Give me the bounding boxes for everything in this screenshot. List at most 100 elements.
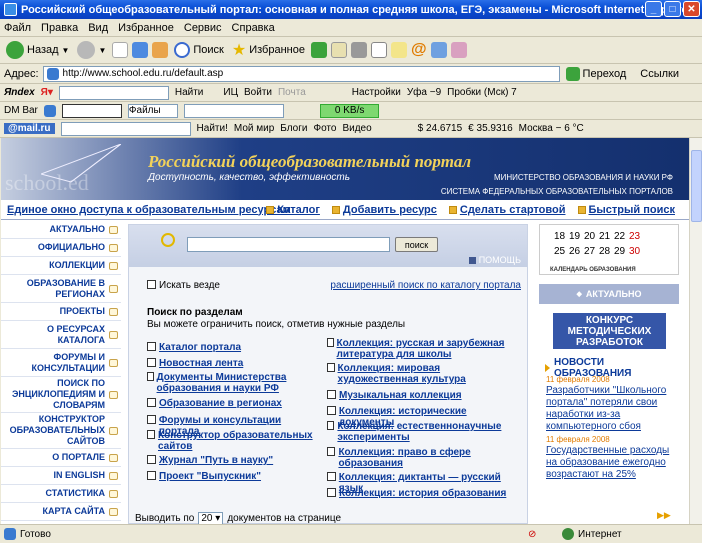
- messenger-icon[interactable]: [430, 42, 447, 58]
- edit-icon[interactable]: [370, 42, 387, 58]
- back-button[interactable]: Назад ▼: [4, 41, 71, 59]
- go-button[interactable]: Переход: [565, 66, 626, 81]
- help-link[interactable]: ПОМОЩЬ: [468, 255, 521, 265]
- education-calendar[interactable]: 18 19 20 21 22 23 25 26 27 28 29 30 КАЛЕНДАРЬ ОБРА…: [539, 224, 679, 275]
- add-resource-link[interactable]: Добавить ресурс: [331, 204, 437, 216]
- menu-help[interactable]: Справка: [232, 22, 275, 34]
- forward-button[interactable]: ▼: [75, 41, 108, 59]
- section-ministry-docs[interactable]: Документы Министерства образования и нау…: [147, 372, 322, 394]
- news-item[interactable]: Разработчики "Школьного портала" потерял…: [546, 385, 676, 433]
- search-button[interactable]: Поиск: [172, 42, 225, 58]
- home-icon[interactable]: [152, 42, 169, 58]
- portal-banner: school.ed Российский общеобразовательный…: [1, 138, 689, 200]
- sidebar-item-constructor[interactable]: КОНСТРУКТОР ОБРАЗОВАТЕЛЬНЫХ САЙТОВ: [1, 413, 121, 449]
- per-page-select[interactable]: 20 ▾: [198, 512, 224, 524]
- menu-tools[interactable]: Сервис: [184, 22, 222, 34]
- portal-search-button[interactable]: поиск: [395, 237, 438, 252]
- news-item[interactable]: Государственные расходы на образование е…: [546, 445, 676, 481]
- portal-search-input[interactable]: [187, 237, 390, 252]
- yandex-traffic[interactable]: Пробки (Мск) 7: [447, 87, 517, 98]
- coin-icon: [109, 390, 118, 399]
- section-regions[interactable]: Образование в регионах: [147, 398, 322, 409]
- section-news[interactable]: Новостная лента: [147, 358, 322, 369]
- sidebar-item-resources[interactable]: О РЕСУРСАХ КАТАЛОГА: [1, 321, 121, 349]
- search-panel: поиск ПОМОЩЬ Искать везде расширенный по…: [128, 224, 528, 524]
- menu-file[interactable]: Файл: [4, 22, 31, 34]
- yandex-search-input[interactable]: [58, 85, 169, 100]
- dm-icon[interactable]: [43, 104, 56, 117]
- mailru-search-input[interactable]: [60, 121, 191, 136]
- close-button[interactable]: ✕: [683, 1, 700, 17]
- sidebar-item-stats[interactable]: СТАТИСТИКА: [1, 485, 121, 503]
- mailru-logo[interactable]: @mail.ru: [4, 123, 55, 134]
- stop-icon[interactable]: [112, 42, 129, 58]
- dm-files-select[interactable]: Файлы: [127, 103, 178, 118]
- contest-banner[interactable]: КОНКУРС МЕТОДИЧЕСКИХ РАЗРАБОТОК: [553, 313, 666, 349]
- checkbox[interactable]: [147, 280, 156, 289]
- section-catalog[interactable]: Каталог портала: [147, 342, 322, 353]
- bullet-icon: [577, 205, 586, 214]
- mailru-blogs-button[interactable]: Блоги: [280, 123, 307, 134]
- mailru-video-button[interactable]: Видео: [342, 123, 371, 134]
- section-art[interactable]: Коллекция: мировая художественная культу…: [327, 363, 522, 385]
- menu-edit[interactable]: Правка: [41, 22, 78, 34]
- menu-view[interactable]: Вид: [88, 22, 108, 34]
- dm-url-field[interactable]: [183, 103, 284, 118]
- section-literature[interactable]: Коллекция: русская и зарубежная литерату…: [327, 338, 522, 360]
- sidebar-item-sitemap[interactable]: КАРТА САЙТА: [1, 503, 121, 521]
- research-icon[interactable]: [450, 42, 467, 58]
- address-input[interactable]: http://www.school.edu.ru/default.asp: [42, 65, 560, 82]
- vertical-scrollbar[interactable]: [689, 138, 702, 524]
- yandex-find-button[interactable]: Найти: [175, 87, 204, 98]
- sidebar-item-about[interactable]: О ПОРТАЛЕ: [1, 449, 121, 467]
- favorites-button[interactable]: ★ Избранное: [230, 40, 307, 60]
- mail-icon[interactable]: [330, 42, 347, 58]
- maximize-button[interactable]: □: [664, 1, 681, 17]
- refresh-icon[interactable]: [132, 42, 149, 58]
- quick-search-link[interactable]: Быстрый поиск: [577, 204, 675, 216]
- scrollbar-thumb[interactable]: [691, 150, 702, 222]
- note-icon[interactable]: [390, 42, 407, 58]
- sidebar-item-regions[interactable]: ОБРАЗОВАНИЕ В РЕГИОНАХ: [1, 275, 121, 303]
- actual-header[interactable]: ◆ АКТУАЛЬНО: [539, 284, 679, 304]
- yandex-login-button[interactable]: Войти: [244, 87, 272, 98]
- yandex-ya-icon[interactable]: Я▾: [41, 87, 53, 98]
- section-law[interactable]: Коллекция: право в сфере образования: [327, 447, 522, 469]
- advanced-search-link[interactable]: расширенный поиск по каталогу портала: [330, 280, 521, 291]
- yandex-mail-button[interactable]: Почта: [278, 87, 306, 98]
- search-header: поиск ПОМОЩЬ: [129, 225, 527, 267]
- page-content: school.ed Российский общеобразовательный…: [1, 138, 689, 524]
- section-music[interactable]: Музыкальная коллекция: [327, 390, 522, 401]
- sidebar-item-english[interactable]: IN ENGLISH: [1, 467, 121, 485]
- yandex-settings-button[interactable]: Настройки: [352, 87, 401, 98]
- section-science[interactable]: Коллекция: естественнонаучные эксперимен…: [327, 421, 522, 443]
- mailru-myworld-button[interactable]: Мой мир: [234, 123, 274, 134]
- search-everywhere-option[interactable]: Искать везде: [147, 280, 220, 291]
- sidebar-item-encyclopedia[interactable]: ПОИСК ПО ЭНЦИКЛОПЕДИЯМ И СЛОВАРЯМ: [1, 377, 121, 413]
- sidebar-item-collections[interactable]: КОЛЛЕКЦИИ: [1, 257, 121, 275]
- section-edu-history[interactable]: Коллекция: история образования: [327, 488, 522, 499]
- catalog-link[interactable]: Каталог: [266, 204, 320, 216]
- history-icon[interactable]: [310, 42, 327, 58]
- portal-title: Российский общеобразовательный портал: [148, 152, 472, 171]
- mailru-find-button[interactable]: Найти!: [197, 123, 228, 134]
- section-graduate[interactable]: Проект "Выпускник": [147, 471, 322, 482]
- popup-blocked-icon[interactable]: ⊘: [528, 529, 536, 540]
- yandex-ic-button[interactable]: ИЦ: [223, 87, 238, 98]
- at-icon[interactable]: @: [411, 41, 427, 59]
- mailru-photo-button[interactable]: Фото: [313, 123, 336, 134]
- print-icon[interactable]: [350, 42, 367, 58]
- sidebar-item-forums[interactable]: ФОРУМЫ И КОНСУЛЬТАЦИИ: [1, 349, 121, 377]
- more-arrows-icon[interactable]: ▶▶: [657, 510, 671, 521]
- single-window-link[interactable]: Единое окно доступа к образовательным ре…: [7, 204, 291, 216]
- sidebar-item-official[interactable]: ОФИЦИАЛЬНО: [1, 239, 121, 257]
- section-journal[interactable]: Журнал "Путь в науку": [147, 455, 322, 466]
- links-button[interactable]: Ссылки: [640, 68, 679, 80]
- menu-favorites[interactable]: Избранное: [118, 22, 174, 34]
- yandex-weather[interactable]: Уфа −9: [407, 87, 441, 98]
- minimize-button[interactable]: _: [645, 1, 662, 17]
- make-home-link[interactable]: Сделать стартовой: [448, 204, 566, 216]
- sidebar-item-actual[interactable]: АКТУАЛЬНО: [1, 221, 121, 239]
- sidebar-item-projects[interactable]: ПРОЕКТЫ: [1, 303, 121, 321]
- section-constructor[interactable]: Конструктор образовательных сайтов: [147, 430, 322, 452]
